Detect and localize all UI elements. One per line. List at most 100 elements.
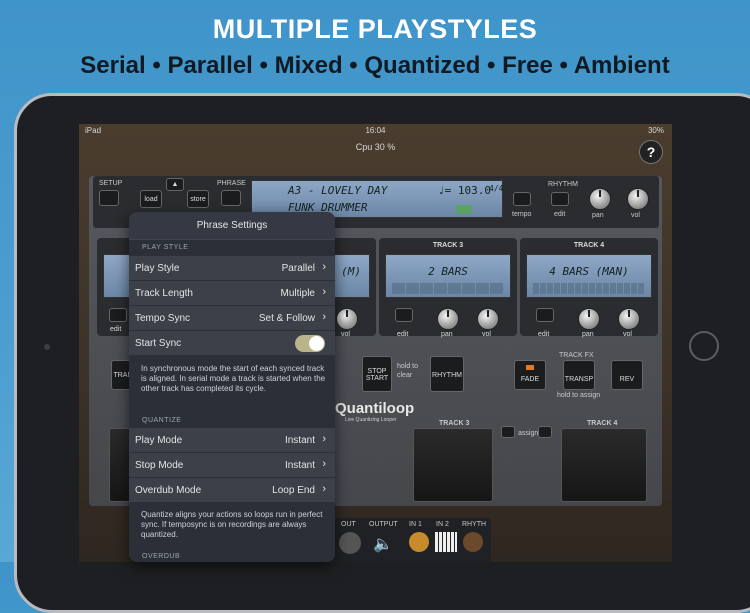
cpu-meter: Cpu 30 % [355, 142, 396, 152]
rhythm-pan-knob[interactable] [589, 188, 611, 210]
assign-right-button[interactable] [538, 426, 552, 438]
tempo-sync-row[interactable]: Tempo Sync Set & Follow › [129, 306, 335, 331]
start-sync-row: Start Sync [129, 331, 335, 356]
stop-start-button[interactable]: STOP START [362, 356, 392, 392]
rhythm-start-button[interactable]: RHYTHM [430, 356, 464, 392]
rhythm-level-meter [457, 205, 471, 214]
fade-button[interactable]: FADE [514, 360, 546, 390]
mode-ambient: Ambient [573, 52, 670, 79]
rhythm-edit-button[interactable] [551, 192, 569, 206]
speaker-icon[interactable]: 🔈 [373, 534, 393, 554]
track-3-vol-knob[interactable] [477, 308, 499, 330]
tempo-display: ♩= 103.0 [438, 184, 491, 197]
phrase-label: PHRASE [217, 180, 246, 187]
status-bar: iPad 16:04 30% [79, 124, 672, 136]
overdub-section-header: OVERDUB [142, 553, 181, 560]
quantize-note: Quantize aligns your actions so loops ru… [141, 510, 323, 539]
overdub-mode-value: Loop End [272, 485, 315, 496]
assign-label: assign [518, 430, 539, 437]
rhythm-vol-knob[interactable] [627, 188, 649, 210]
track-4-pan-knob[interactable] [578, 308, 600, 330]
drummer-icon[interactable] [463, 532, 483, 552]
track-3-panel: TRACK 3 2 BARS edit pan vol [379, 238, 517, 338]
setup-button[interactable] [99, 190, 119, 206]
track-4-edit-button[interactable] [536, 308, 554, 322]
track-4-panel: TRACK 4 4 BARS (MAN) edit pan vol [520, 238, 658, 338]
stop-mode-value: Instant [284, 460, 315, 471]
mode-mixed: Mixed [274, 52, 343, 79]
hold-to-clear-label: hold to clear [397, 363, 419, 379]
overdub-mode-label: Overdub Mode [135, 485, 202, 496]
track-1-edit-label: edit [110, 326, 122, 333]
up-arrow-icon: ▲ [171, 181, 179, 188]
chevron-right-icon: › [322, 483, 326, 495]
play-style-label: Play Style [135, 263, 180, 274]
output-label: OUTPUT [369, 521, 398, 528]
home-button[interactable] [689, 331, 719, 361]
track-4-pan-label: pan [582, 331, 594, 338]
chevron-right-icon: › [322, 286, 326, 298]
transpose-label: TRANSP [564, 376, 594, 383]
track-1-edit-button[interactable] [109, 308, 127, 322]
store-button[interactable]: store [187, 190, 209, 208]
play-style-row[interactable]: Play Style Parallel › [129, 256, 335, 281]
tempo-label: tempo [512, 211, 532, 218]
track-4-bar-grid [533, 283, 645, 294]
overdub-mode-row[interactable]: Overdub Mode Loop End › [129, 478, 335, 503]
output-device-icon[interactable] [339, 532, 361, 554]
track-3-pedal[interactable] [413, 428, 493, 502]
io-strip: OUT OUTPUT IN 1 IN 2 RHYTH 🔈 [331, 518, 491, 562]
start-sync-toggle[interactable] [295, 335, 325, 352]
up-arrow-button[interactable]: ▲ [166, 178, 184, 191]
tempo-sync-label: Tempo Sync [135, 313, 191, 324]
track-4-pedal[interactable] [561, 428, 647, 502]
fade-led [526, 365, 534, 370]
fade-label: FADE [520, 376, 540, 383]
quantize-section-header: QUANTIZE [142, 417, 182, 424]
assign-left-button[interactable] [501, 426, 515, 438]
reverse-button[interactable]: REV [611, 360, 643, 390]
hold-to-assign-label: hold to assign [557, 392, 601, 399]
keyboard-input-icon[interactable] [435, 532, 457, 552]
track-3-bar-grid [392, 283, 504, 294]
battery-level: 30% [647, 126, 664, 135]
guitar-input-icon[interactable] [409, 532, 429, 552]
phrase-button[interactable] [221, 190, 241, 206]
track-4-vol-knob[interactable] [618, 308, 640, 330]
track-2-vol-knob[interactable] [336, 308, 358, 330]
track-3-pan-knob[interactable] [437, 308, 459, 330]
rhythm-label: RHYTHM [548, 181, 578, 188]
mode-parallel: Parallel [167, 52, 253, 79]
track-4-display-text: 4 BARS (MAN) [549, 265, 629, 278]
track-length-row[interactable]: Track Length Multiple › [129, 281, 335, 306]
transpose-button[interactable]: TRANSP [563, 360, 595, 390]
mode-serial: Serial [80, 52, 146, 79]
phrase-settings-popover: Phrase Settings PLAY STYLE Play Style Pa… [129, 212, 335, 562]
track-4-vol-label: vol [623, 331, 632, 338]
rhythm-vol-label: vol [631, 212, 640, 219]
track-fx-label: TRACK FX [559, 352, 594, 359]
help-button[interactable]: ? [639, 140, 663, 164]
play-mode-value: Instant [284, 435, 315, 446]
chevron-right-icon: › [322, 433, 326, 445]
start-sync-label: Start Sync [135, 338, 182, 349]
front-camera [44, 344, 50, 350]
stop-mode-row[interactable]: Stop Mode Instant › [129, 453, 335, 478]
in2-label: IN 2 [436, 521, 449, 528]
tempo-sync-value: Set & Follow [258, 313, 315, 324]
sync-note: In synchronous mode the start of each sy… [141, 364, 326, 393]
track-3-vol-label: vol [482, 331, 491, 338]
track-3-display-text: 2 BARS [428, 265, 468, 278]
promo-headline: MULTIPLE PLAYSTYLES [212, 14, 538, 44]
track-4-title: TRACK 4 [573, 242, 605, 249]
stop-mode-label: Stop Mode [135, 460, 184, 471]
stop-start-label: STOP START [365, 368, 389, 382]
store-label: store [190, 196, 206, 203]
track-3-pedal-label: TRACK 3 [439, 420, 470, 427]
tempo-button[interactable] [513, 192, 531, 206]
load-label: load [144, 196, 158, 203]
play-mode-row[interactable]: Play Mode Instant › [129, 428, 335, 453]
load-button[interactable]: load [140, 190, 162, 208]
track-3-edit-label: edit [397, 331, 409, 338]
track-3-edit-button[interactable] [395, 308, 413, 322]
